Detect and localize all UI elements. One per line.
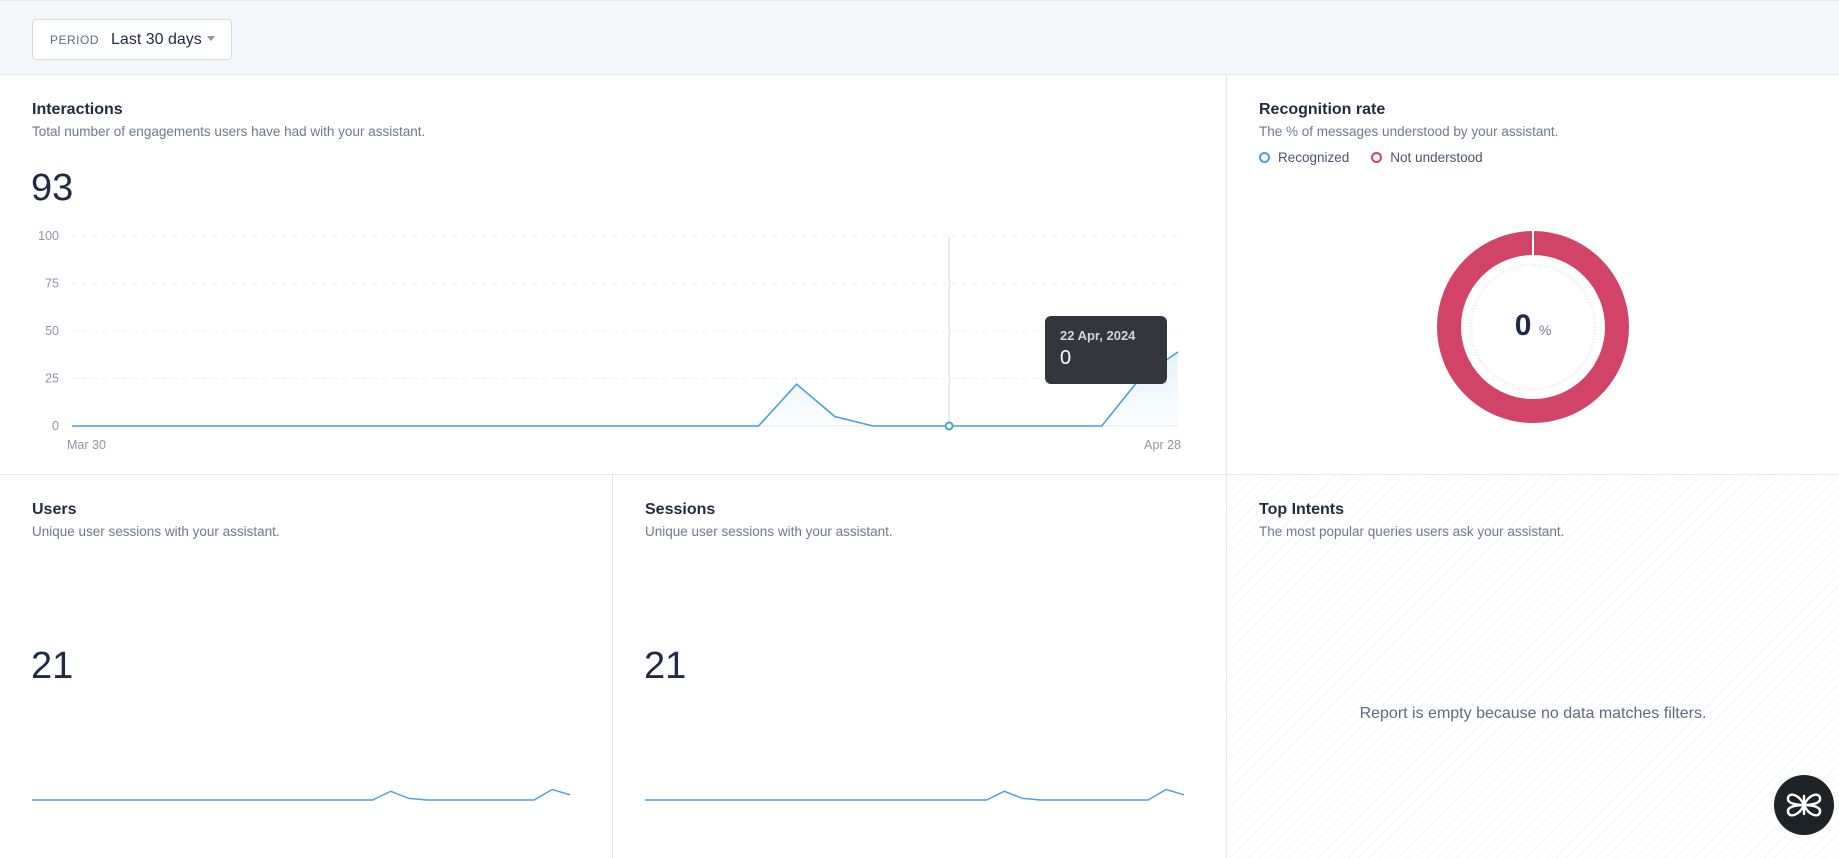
assistant-launcher-button[interactable] xyxy=(1774,775,1834,835)
recognition-unit: % xyxy=(1538,322,1552,338)
users-panel: Users Unique user sessions with your ass… xyxy=(0,475,613,858)
intents-subtitle: The most popular queries users ask your … xyxy=(1259,524,1565,539)
y-tick-label: 100 xyxy=(38,229,59,243)
series-line xyxy=(645,788,1185,801)
period-value: Last 30 days xyxy=(111,30,202,48)
recognition-value: 0 xyxy=(1514,309,1532,342)
period-dropdown[interactable]: PERIOD Last 30 days xyxy=(32,19,232,60)
y-tick-label: 75 xyxy=(45,277,59,291)
series-area xyxy=(72,351,1178,426)
chevron-down-icon xyxy=(207,36,215,41)
y-tick-label: 0 xyxy=(52,419,59,433)
intents-empty-message: Report is empty because no data matches … xyxy=(1359,705,1707,722)
period-label: PERIOD xyxy=(50,32,100,47)
interactions-panel: Interactions Total number of engagements… xyxy=(0,75,1227,475)
recognition-panel: Recognition rate The % of messages under… xyxy=(1227,75,1839,475)
x-tick-label: Mar 30 xyxy=(67,438,106,452)
x-tick-label: Apr 28 xyxy=(1144,438,1181,452)
tooltip-value: 0 xyxy=(1060,347,1072,369)
tooltip-date: 22 Apr, 2024 xyxy=(1060,328,1136,343)
filter-bar: PERIOD Last 30 days xyxy=(0,0,1839,75)
chart-tooltip: 22 Apr, 2024 0 xyxy=(1045,316,1167,384)
y-tick-label: 50 xyxy=(45,324,59,338)
y-tick-label: 25 xyxy=(45,372,59,386)
series-line xyxy=(32,788,571,801)
recognition-donut[interactable] xyxy=(1227,75,1839,475)
intents-title: Top Intents xyxy=(1259,501,1345,518)
top-intents-panel: Top Intents The most popular queries use… xyxy=(1227,475,1839,858)
interactions-chart[interactable]: 100 75 50 25 0 Mar 30 Apr 28 xyxy=(0,75,1227,475)
butterfly-logo-icon xyxy=(1786,793,1822,817)
sessions-sparkline xyxy=(645,788,1185,801)
donut-center-label: 0 % xyxy=(1483,309,1583,343)
users-sparkline xyxy=(32,788,571,801)
hover-point xyxy=(944,421,954,431)
series-line xyxy=(72,351,1179,427)
sessions-panel: Sessions Unique user sessions with your … xyxy=(613,475,1227,858)
